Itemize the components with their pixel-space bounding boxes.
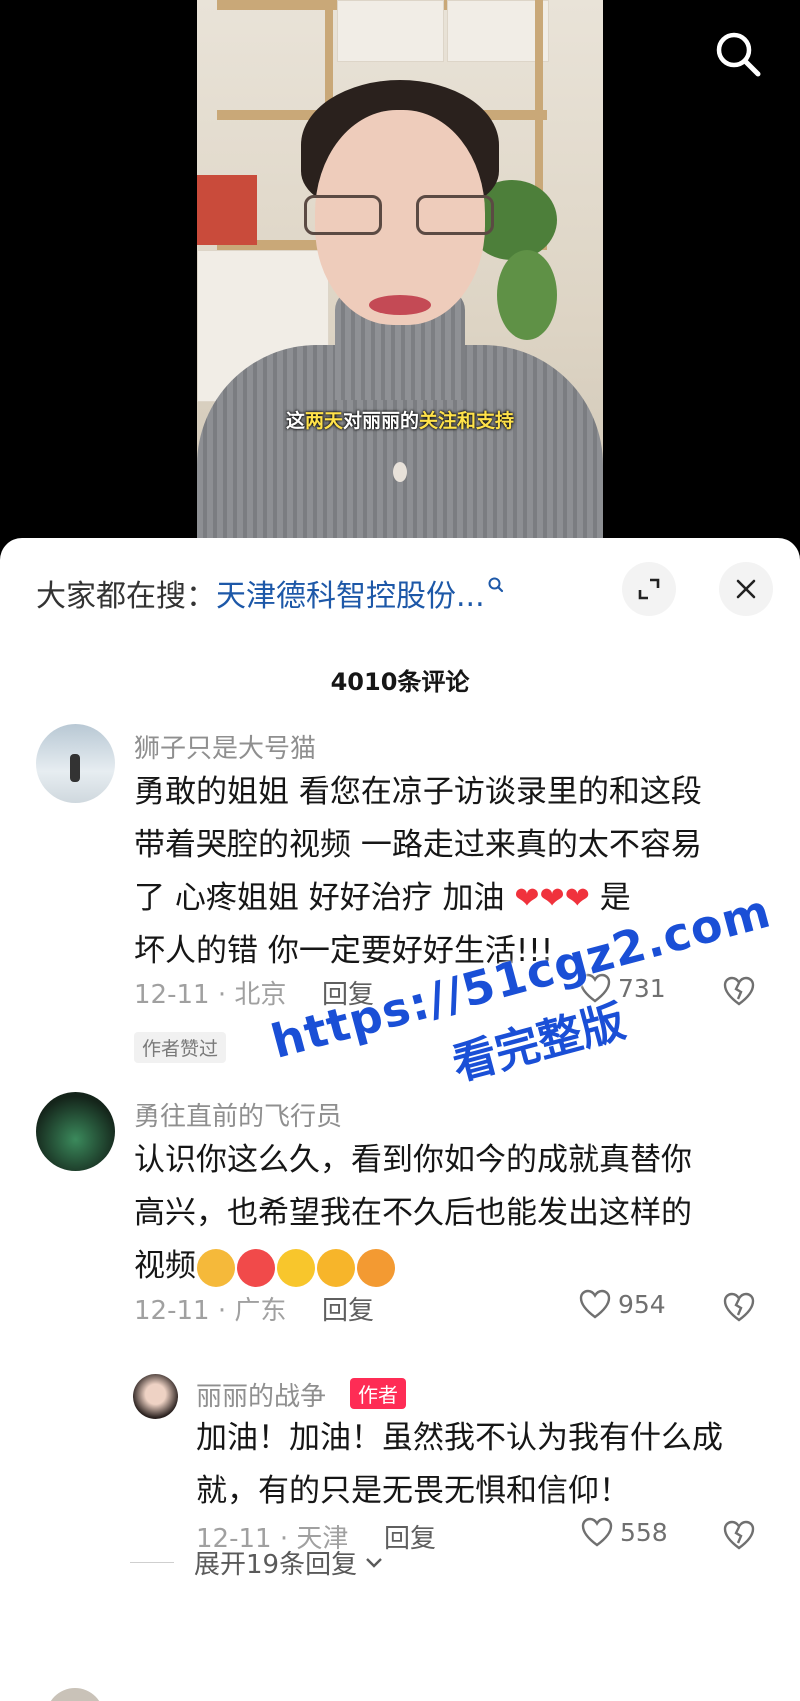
comment-username[interactable]: 丽丽的战争: [196, 1376, 326, 1413]
like-count: 954: [618, 1289, 666, 1319]
pray-emoji: [197, 1248, 235, 1287]
avatar[interactable]: [36, 724, 115, 803]
chevron-down-icon: [366, 1557, 382, 1568]
reply-button[interactable]: 回复: [384, 1518, 436, 1555]
avatar[interactable]: [36, 1092, 115, 1171]
avatar[interactable]: [133, 1374, 178, 1419]
comment-sheet: 大家都在搜： 天津德科智控股份... 4010条评论 狮子只是大号猫 勇敢的姐姐…: [0, 538, 800, 1701]
comment-username[interactable]: 勇往直前的飞行员: [134, 1096, 342, 1133]
comment-date-location: 12-11 · 广东: [134, 1296, 287, 1326]
expand-replies-button[interactable]: 展开19条回复: [130, 1544, 385, 1581]
jiayou-emoji: [237, 1248, 275, 1287]
like-button[interactable]: 731: [578, 972, 666, 1004]
broken-heart-icon[interactable]: [722, 974, 756, 1008]
like-count: 731: [618, 973, 666, 1003]
comment-text: 勇敢的姐姐 看您在凉子访谈录里的和这段 带着哭腔的视频 一路走过来真的太不容易 …: [134, 774, 702, 969]
like-button[interactable]: 558: [580, 1516, 668, 1548]
reply-button[interactable]: 回复: [322, 974, 374, 1011]
comment-username[interactable]: 狮子只是大号猫: [134, 728, 316, 765]
broken-heart-icon[interactable]: [722, 1290, 756, 1324]
avatar[interactable]: [46, 1688, 104, 1701]
video-subtitle: 这两天对丽丽的关注和支持: [285, 410, 515, 432]
heart-icon: [581, 1517, 613, 1547]
hot-search-prefix: 大家都在搜：: [36, 579, 216, 614]
heart-emoji: ❤❤❤: [514, 881, 590, 916]
author-liked-badge: 作者赞过: [134, 1032, 227, 1063]
hot-search-query[interactable]: 天津德科智控股份...: [216, 571, 485, 615]
muscle-emoji: [277, 1248, 315, 1287]
search-icon[interactable]: [712, 28, 764, 80]
video-player[interactable]: 这两天对丽丽的关注和支持: [0, 0, 800, 545]
author-tag: 作者: [350, 1378, 406, 1409]
comment-date-location: 12-11 · 北京: [134, 980, 287, 1010]
search-icon: [488, 577, 503, 593]
like-button[interactable]: 954: [578, 1288, 666, 1320]
hot-search-bar[interactable]: 大家都在搜： 天津德科智控股份...: [36, 568, 505, 618]
expand-replies-label: 展开19条回复: [194, 1550, 358, 1580]
close-icon: [736, 579, 756, 599]
hufen-emoji: [357, 1248, 395, 1287]
expand-button[interactable]: [622, 562, 676, 616]
reply-button[interactable]: 回复: [322, 1290, 374, 1327]
close-button[interactable]: [719, 562, 773, 616]
divider: [130, 1562, 174, 1563]
comment-count: 4010条评论: [330, 668, 470, 696]
like-count: 558: [620, 1517, 668, 1547]
video-frame: [197, 0, 603, 545]
broken-heart-icon[interactable]: [722, 1518, 756, 1552]
comment-text: 加油！加油！虽然我不认为我有什么成 就，有的只是无畏无惧和信仰！: [196, 1420, 723, 1509]
heart-icon: [579, 973, 611, 1003]
heart-icon: [579, 1289, 611, 1319]
expand-icon: [638, 578, 660, 600]
heart-hands-emoji: [317, 1248, 355, 1287]
comment-text: 认识你这么久，看到你如今的成就真替你 高兴，也希望我在不久后也能发出这样的 视频: [134, 1134, 692, 1293]
